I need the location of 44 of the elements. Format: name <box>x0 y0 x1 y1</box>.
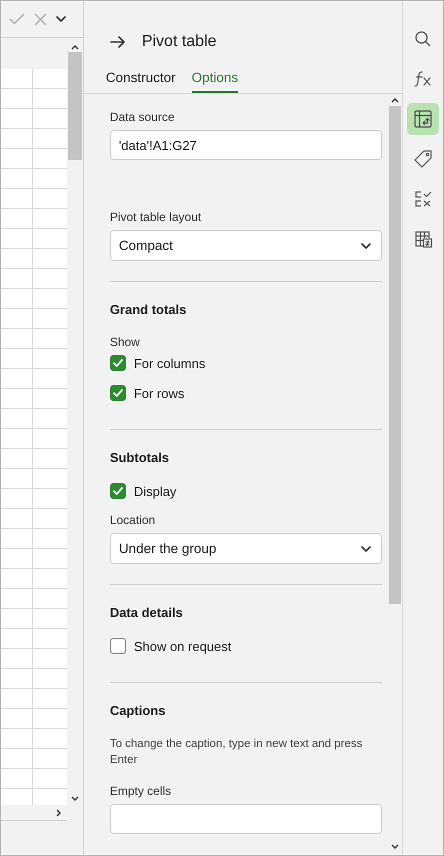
scroll-down-icon[interactable] <box>70 796 78 801</box>
checkbox[interactable] <box>110 355 126 371</box>
field-label: Empty cells <box>110 784 172 798</box>
pivot-table-icon <box>413 109 434 129</box>
section-heading: Grand totals <box>110 302 188 317</box>
table-not-equal-icon <box>413 229 434 249</box>
dropdown[interactable]: Under the group <box>110 533 382 564</box>
toolbar-button[interactable] <box>407 103 440 135</box>
checkbox[interactable] <box>110 483 126 499</box>
tab[interactable]: Options <box>192 67 238 93</box>
scrollbar-thumb[interactable] <box>389 106 402 604</box>
dropdown[interactable]: Compact <box>110 230 382 261</box>
checkbox[interactable] <box>110 638 126 654</box>
scroll-down-icon[interactable] <box>391 844 400 849</box>
field-label: Pivot table layout <box>110 210 202 224</box>
tab[interactable]: Constructor <box>106 67 176 93</box>
help-text: To change the caption, type in new text and press Enter <box>110 737 364 768</box>
checklist-icon <box>413 189 434 209</box>
scroll-up-icon[interactable] <box>70 45 78 50</box>
scroll-right-icon[interactable] <box>56 808 61 816</box>
checkbox[interactable] <box>110 385 126 401</box>
section-heading: Captions <box>110 703 166 718</box>
checkbox-label: Show on request <box>134 638 232 654</box>
scrollbar-thumb[interactable] <box>68 52 82 160</box>
arrow-right-icon[interactable] <box>110 35 126 49</box>
tag-icon <box>413 149 434 169</box>
checkbox-label: Display <box>134 484 176 498</box>
check-icon[interactable] <box>9 13 25 25</box>
section-heading: Data details <box>110 605 184 620</box>
panel-title: Pivot table <box>142 33 217 51</box>
checkbox-label: For rows <box>134 386 184 400</box>
chevron-down-icon <box>360 546 371 552</box>
field-label: Location <box>110 513 156 527</box>
chevron-down-icon <box>56 16 66 22</box>
text-field[interactable] <box>110 804 382 834</box>
field-label: Show <box>110 335 141 349</box>
text-field[interactable]: 'data'!A1:G27 <box>110 130 382 160</box>
scroll-up-icon[interactable] <box>391 98 400 103</box>
section-heading: Subtotals <box>110 450 170 465</box>
search-icon <box>414 30 432 48</box>
function-icon <box>413 70 434 88</box>
checkbox-label: For columns <box>134 356 206 370</box>
field-label: Data source <box>110 110 176 124</box>
chevron-down-icon <box>360 242 371 248</box>
